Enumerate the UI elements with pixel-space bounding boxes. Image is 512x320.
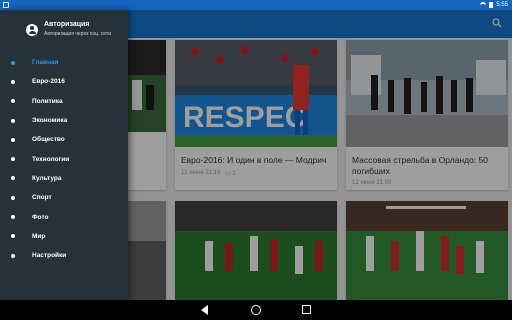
status-right: 5:55 (480, 0, 508, 10)
menu-item-euro-2016[interactable]: Евро-2016 (0, 72, 128, 91)
menu-item-culture[interactable]: Культура (0, 169, 128, 188)
bullet-icon (11, 79, 15, 84)
menu-item-photo[interactable]: Фото (0, 207, 128, 226)
menu-item-politics[interactable]: Политика (0, 92, 128, 111)
status-time: 5:55 (496, 2, 508, 8)
bullet-icon (11, 215, 15, 220)
wifi-icon (480, 2, 487, 8)
navigation-drawer: Авторизация Авторизация через соц. сети … (0, 10, 128, 300)
menu-item-label: Культура (32, 174, 62, 182)
auth-title: Авторизация (44, 21, 90, 28)
menu-item-label: Экономика (32, 117, 68, 125)
bullet-icon (11, 157, 15, 162)
menu-item-label: Общество (32, 136, 65, 144)
menu-item-economy[interactable]: Экономика (0, 111, 128, 130)
menu-item-technology[interactable]: Технологии (0, 149, 128, 168)
drawer-header[interactable]: Авторизация Авторизация через соц. сети (0, 10, 128, 50)
menu-item-label: Главная (32, 59, 59, 67)
menu-item-world[interactable]: Мир (0, 227, 128, 246)
back-icon[interactable] (201, 305, 208, 315)
account-icon (26, 24, 38, 36)
menu-item-label: Евро-2016 (32, 78, 65, 86)
bullet-icon (11, 137, 15, 142)
home-icon[interactable] (251, 305, 261, 315)
menu-item-label: Спорт (32, 194, 52, 202)
bullet-icon (11, 234, 15, 239)
bullet-icon (11, 99, 15, 104)
bullet-icon (11, 118, 15, 123)
bullet-icon (11, 176, 15, 181)
menu-item-sport[interactable]: Спорт (0, 188, 128, 207)
battery-icon (489, 2, 494, 8)
bullet-icon (11, 253, 15, 258)
notification-icon (3, 2, 9, 8)
auth-subtitle: Авторизация через соц. сети (44, 31, 111, 37)
menu-item-settings[interactable]: Настройки (0, 246, 128, 265)
status-bar: 5:55 (0, 0, 512, 10)
menu-item-label: Технологии (32, 155, 70, 163)
menu-item-label: Фото (32, 213, 49, 221)
menu-item-label: Мир (32, 232, 46, 240)
drawer-scrim[interactable] (128, 10, 512, 300)
menu-item-label: Настройки (32, 252, 67, 260)
system-nav-bar (0, 300, 512, 320)
bullet-icon (11, 195, 15, 200)
menu-item-society[interactable]: Общество (0, 130, 128, 149)
bullet-icon (11, 60, 15, 65)
drawer-menu: Главная Евро-2016 Политика Экономика Общ… (0, 53, 128, 265)
recents-icon[interactable] (302, 305, 311, 314)
menu-item-home[interactable]: Главная (0, 53, 128, 72)
menu-item-label: Политика (32, 97, 63, 105)
